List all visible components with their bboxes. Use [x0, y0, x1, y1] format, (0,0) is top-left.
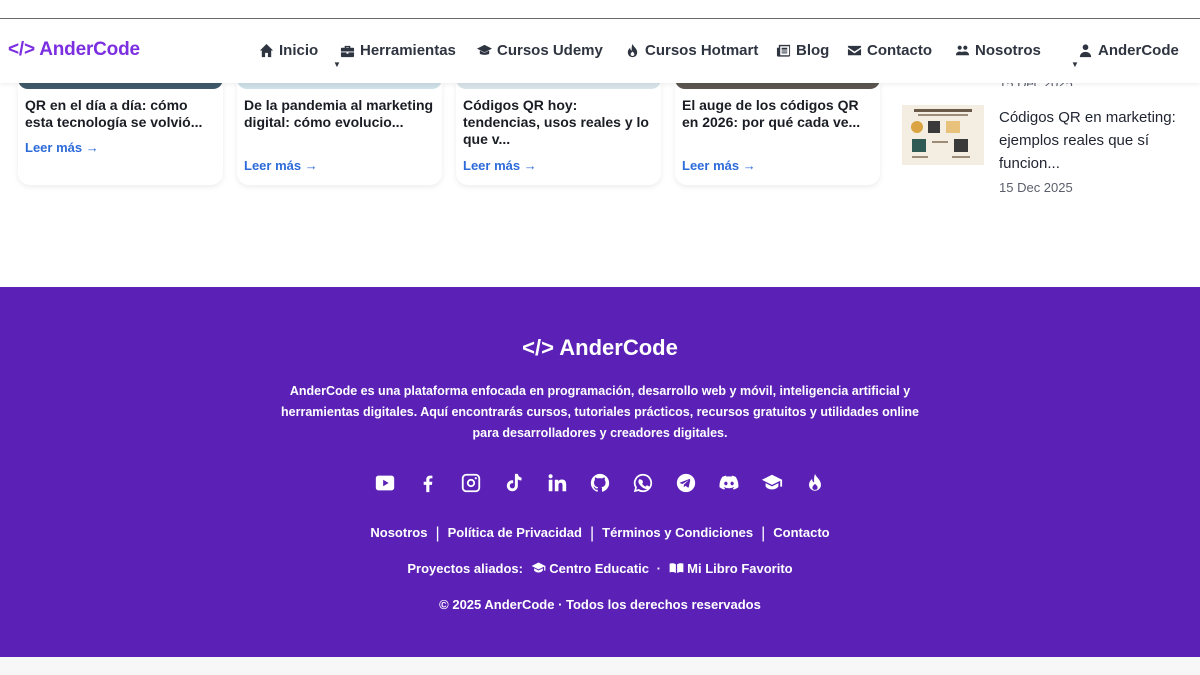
nav-blog[interactable]: Blog — [776, 42, 829, 59]
graduation-cap-icon — [531, 562, 545, 573]
nav-herramientas[interactable]: Herramientas — [340, 42, 456, 59]
post-card[interactable]: Códigos QR hoy: tendencias, usos reales … — [456, 77, 661, 185]
nav-contacto[interactable]: Contacto — [847, 42, 932, 59]
nav-blog-label: Blog — [796, 42, 830, 59]
browser-top-strip — [0, 0, 1200, 19]
user-icon — [1079, 44, 1092, 58]
graduation-cap-icon[interactable] — [761, 471, 783, 495]
social-links — [0, 471, 1200, 495]
nav-inicio[interactable]: Inicio — [259, 42, 318, 59]
footer-links: Nosotros | Política de Privacidad | Términos… — [0, 524, 1200, 542]
graduation-cap-icon — [477, 44, 492, 55]
link-separator: | — [761, 525, 766, 542]
nav-cursos-udemy-label: Cursos Udemy — [497, 42, 603, 59]
copyright: © 2025 AnderCode · Todos los derechos re… — [439, 597, 761, 612]
post-card-title[interactable]: De la pandemia al marketing digital: cóm… — [244, 97, 436, 131]
allied-projects: Proyectos aliados: Centro Educatic · Mi … — [0, 561, 1200, 576]
nav-cursos-udemy[interactable]: Cursos Udemy — [477, 42, 603, 59]
nav-contacto-label: Contacto — [867, 42, 932, 59]
discord-icon[interactable] — [718, 471, 740, 495]
footer-link-privacidad[interactable]: Política de Privacidad — [448, 525, 582, 540]
navbar: </> AnderCode Inicio Herramientas ▼ Curs… — [0, 19, 1200, 83]
read-more-link[interactable]: Leer más → — [25, 140, 99, 155]
nav-nosotros-label: Nosotros — [975, 42, 1041, 59]
post-card-title[interactable]: El auge de los códigos QR en 2026: por q… — [682, 97, 874, 131]
sidebar-post-thumbnail-image — [902, 105, 984, 165]
read-more-link[interactable]: Leer más → — [244, 158, 318, 173]
users-icon — [955, 45, 970, 56]
footer-link-nosotros[interactable]: Nosotros — [370, 525, 427, 540]
post-card[interactable]: De la pandemia al marketing digital: cóm… — [237, 77, 442, 185]
book-icon — [669, 563, 683, 573]
sidebar-post-thumbnail[interactable] — [902, 105, 984, 165]
sidebar-post-title[interactable]: Códigos QR en marketing: ejemplos reales… — [999, 106, 1189, 175]
tiktok-icon[interactable] — [503, 471, 525, 495]
fire-icon[interactable] — [804, 471, 826, 495]
nav-nosotros[interactable]: Nosotros — [955, 42, 1041, 59]
footer-link-contacto[interactable]: Contacto — [773, 525, 829, 540]
footer-link-terminos[interactable]: Términos y Condiciones — [602, 525, 753, 540]
read-more-link[interactable]: Leer más → — [682, 158, 756, 173]
allies-label: Proyectos aliados: — [407, 561, 523, 576]
post-card[interactable]: QR en el día a día: cómo esta tecnología… — [18, 77, 223, 185]
nav-herramientas-label: Herramientas — [360, 42, 456, 59]
fire-icon — [627, 43, 638, 58]
footer-brand[interactable]: </> AnderCode — [0, 335, 1200, 361]
link-separator: | — [589, 525, 595, 542]
telegram-icon[interactable] — [675, 471, 697, 495]
brand-logo[interactable]: </> AnderCode — [8, 39, 140, 61]
facebook-icon[interactable] — [417, 471, 439, 495]
whatsapp-icon[interactable] — [632, 471, 654, 495]
site-footer: </> AnderCode AnderCode es una plataform… — [0, 287, 1200, 657]
page-bottom — [0, 657, 1200, 675]
youtube-icon[interactable] — [374, 471, 396, 495]
linkedin-icon[interactable] — [546, 471, 568, 495]
nav-cursos-hotmart[interactable]: Cursos Hotmart — [625, 42, 758, 59]
post-card-title[interactable]: Códigos QR hoy: tendencias, usos reales … — [463, 97, 655, 148]
related-posts-section: QR en el día a día: cómo esta tecnología… — [0, 76, 1200, 287]
herramientas-dropdown-caret-icon: ▼ — [333, 60, 341, 69]
ally-separator: · — [656, 561, 661, 576]
post-card-title[interactable]: QR en el día a día: cómo esta tecnología… — [25, 97, 217, 131]
github-icon[interactable] — [589, 471, 611, 495]
ally-link-centro-educatic[interactable]: Centro Educatic — [549, 561, 649, 576]
link-separator: | — [435, 525, 440, 542]
footer-description: AnderCode es una plataforma enfocada en … — [281, 384, 919, 440]
nav-user-account[interactable]: AnderCode — [1078, 42, 1179, 59]
home-icon — [259, 43, 274, 58]
post-card[interactable]: El auge de los códigos QR en 2026: por q… — [675, 77, 880, 185]
nav-inicio-label: Inicio — [279, 42, 319, 59]
newspaper-icon — [776, 44, 791, 57]
envelope-icon — [847, 45, 862, 56]
read-more-link[interactable]: Leer más → — [463, 158, 537, 173]
sidebar-post-date: 15 Dec 2025 — [999, 180, 1073, 195]
instagram-icon[interactable] — [460, 471, 482, 495]
ally-link-mi-libro-favorito[interactable]: Mi Libro Favorito — [687, 561, 792, 576]
nav-cursos-hotmart-label: Cursos Hotmart — [645, 42, 759, 59]
toolbox-icon — [340, 45, 355, 58]
user-dropdown-caret-icon: ▼ — [1071, 60, 1079, 69]
nav-user-label: AnderCode — [1098, 42, 1179, 59]
